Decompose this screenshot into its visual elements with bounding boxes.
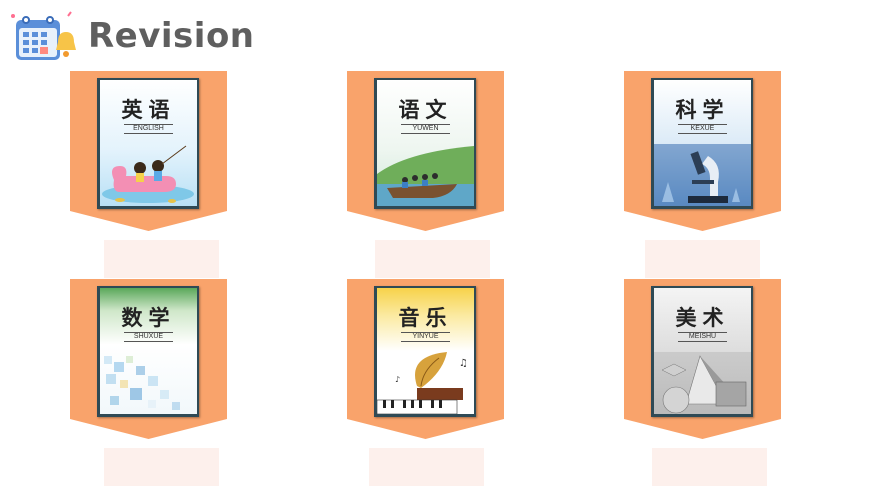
book-title-chinese: 英语: [121, 97, 176, 122]
answer-box-art[interactable]: [652, 448, 767, 486]
book-card-science[interactable]: 科学 KEXUE: [624, 71, 781, 231]
answer-box-science[interactable]: [645, 240, 760, 278]
kids-on-duck-boat-illustration: [102, 145, 194, 203]
textbook-cover: 音乐 YINYUE ♫ ♪: [374, 286, 476, 417]
answer-box-english[interactable]: [104, 240, 219, 278]
textbook-cover: 科学 KEXUE: [651, 78, 753, 209]
answer-box-math[interactable]: [104, 448, 219, 486]
book-title-pinyin: ENGLISH: [124, 124, 173, 134]
book-title-chinese: 音乐: [398, 305, 453, 330]
header: Revision: [6, 4, 306, 64]
answer-box-music[interactable]: [369, 448, 484, 486]
textbook-cover: 英语 ENGLISH: [97, 78, 199, 209]
geometric-sketch-illustration: [654, 352, 751, 414]
book-card-math[interactable]: 数学 SHUXUE: [70, 279, 227, 439]
colored-squares-illustration: [104, 356, 180, 410]
book-card-art[interactable]: 美术 MEISHU: [624, 279, 781, 439]
book-title-pinyin: YUWEN: [401, 124, 450, 134]
book-title-chinese: 数学: [121, 305, 176, 330]
book-card-chinese[interactable]: 语文 YUWEN: [347, 71, 504, 231]
book-card-english[interactable]: 英语 ENGLISH: [70, 71, 227, 231]
textbook-cover: 美术 MEISHU: [651, 286, 753, 417]
textbook-cover: 数学 SHUXUE: [97, 286, 199, 417]
answer-box-chinese[interactable]: [375, 240, 490, 278]
book-title-chinese: 科学: [675, 97, 730, 122]
book-card-music[interactable]: 音乐 YINYUE ♫ ♪: [347, 279, 504, 439]
gramophone-piano-illustration: ♫ ♪: [377, 352, 468, 414]
boat-on-river-illustration: [377, 146, 474, 206]
page-title: Revision: [88, 16, 255, 56]
microscope-illustration: [654, 144, 751, 206]
textbook-cover: 语文 YUWEN: [374, 78, 476, 209]
svg-text:♪: ♪: [395, 375, 400, 384]
book-title-pinyin: KEXUE: [678, 124, 727, 134]
book-title-pinyin: SHUXUE: [124, 332, 173, 342]
svg-text:♫: ♫: [459, 358, 468, 369]
book-title-chinese: 美术: [675, 305, 730, 330]
book-title-pinyin: YINYUE: [401, 332, 450, 342]
book-title-pinyin: MEISHU: [678, 332, 727, 342]
calendar-bell-icon: [11, 11, 76, 60]
book-title-chinese: 语文: [398, 97, 453, 122]
